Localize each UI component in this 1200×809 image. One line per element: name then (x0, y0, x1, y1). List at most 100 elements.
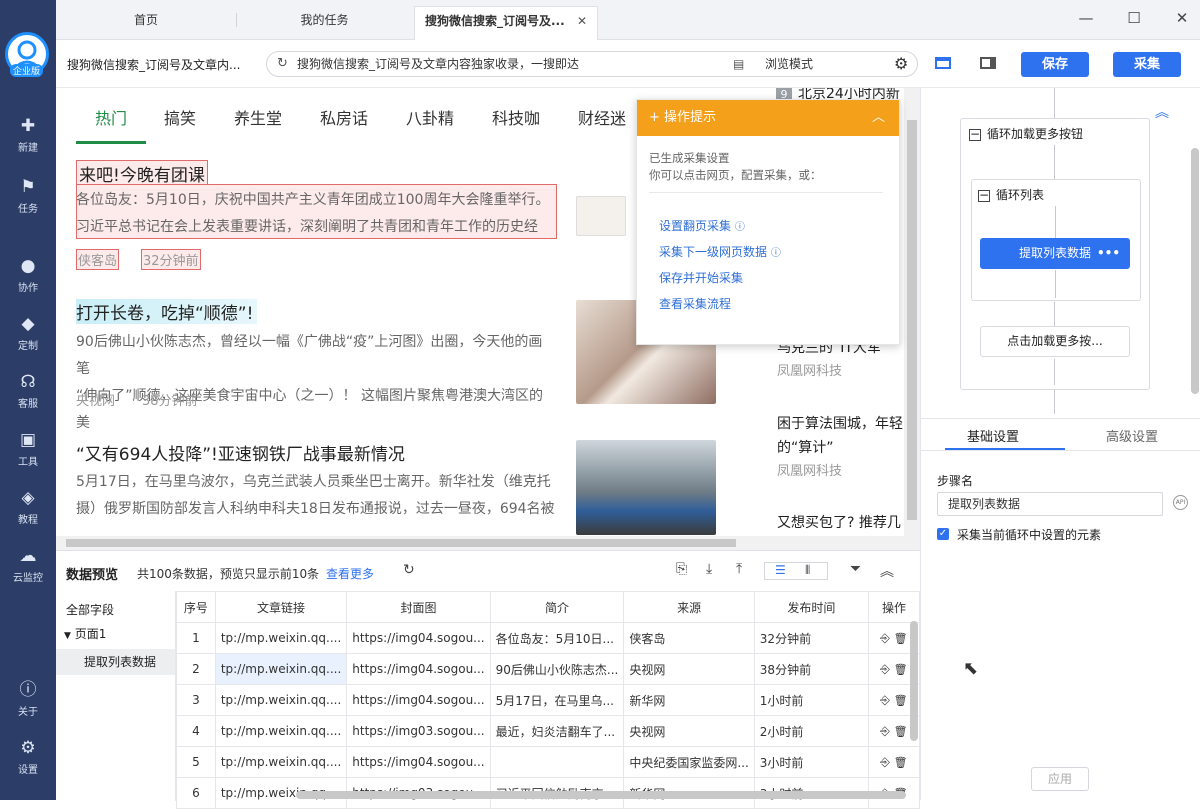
table-hscrollbar[interactable] (296, 791, 906, 799)
table-cell[interactable]: https://img04.sogou... (346, 684, 491, 716)
maximize-icon[interactable]: ☐ (1122, 8, 1146, 28)
help-icon[interactable]: ⓘ (735, 222, 745, 233)
table-cell[interactable]: 央视网 (623, 653, 755, 685)
link-view-flow[interactable]: 查看采集流程 (659, 295, 731, 312)
api-icon[interactable]: API (1173, 495, 1188, 510)
table-cell[interactable]: tp://mp.weixin.qq.... (214, 715, 348, 747)
article-title[interactable]: 来吧!今晚有团课 (76, 160, 208, 187)
table-cell[interactable]: 90后佛山小伙陈志杰... (489, 653, 625, 685)
table-cell[interactable]: 3小时前 (753, 746, 869, 778)
delete-icon[interactable]: 🗑 (894, 725, 908, 738)
help-icon[interactable]: ⓘ (771, 248, 781, 259)
table-cell[interactable]: 38分钟前 (753, 653, 869, 685)
table-cell[interactable]: 最近，妇炎洁翻车了... (489, 715, 625, 747)
tab-sogou-active[interactable]: 搜狗微信搜索_订阅号及... ✕ (414, 6, 598, 40)
layout-side-icon[interactable] (980, 57, 996, 69)
table-row[interactable]: 5 tp://mp.weixin.qq.... https://img04.sogo… (176, 746, 921, 778)
article-summary[interactable]: 90后佛山小伙陈志杰，曾经以一幅《广佛战“疫”上河图》出圈，今天他的画笔 “伸向了… (76, 329, 556, 437)
table-cell[interactable]: 3 (176, 684, 216, 716)
loop-more-box[interactable]: − 循环加载更多按钮 − 循环列表 提取列表数据 ••• 点击加载更多按... (960, 118, 1150, 390)
close-tab-icon[interactable]: ✕ (577, 7, 587, 35)
sidebar-item-new[interactable]: ✚ 新建 (0, 116, 56, 154)
table-cell[interactable]: 4 (176, 715, 216, 747)
table-cell[interactable]: https://img04.sogou... (346, 746, 491, 778)
extract-list-step[interactable]: 提取列表数据 ••• (980, 238, 1130, 269)
table-cell[interactable] (489, 746, 625, 778)
collapse-icon[interactable]: ︿ (872, 100, 885, 136)
table-row[interactable]: 4 tp://mp.weixin.qq.... https://img03.sogo… (176, 715, 921, 747)
table-row[interactable]: 1 tp://mp.weixin.qq.... https://img04.sogo… (176, 622, 921, 654)
export-icon[interactable]: ⎘ (676, 561, 687, 577)
sidebar-item-custom[interactable]: ◆ 定制 (0, 314, 56, 352)
table-cell[interactable]: 6 (176, 777, 216, 809)
table-cell[interactable]: 1小时前 (753, 684, 869, 716)
delete-icon[interactable]: 🗑 (894, 756, 908, 769)
checkbox-checked-icon[interactable]: ✓ (937, 528, 949, 540)
collapse-toggle-icon[interactable]: − (969, 128, 981, 141)
article-source[interactable]: 央视网 (76, 390, 115, 409)
article-thumbnail[interactable] (576, 440, 716, 535)
table-cell[interactable]: tp://mp.weixin.qq.... (214, 622, 348, 654)
category-health[interactable]: 养生堂 (234, 105, 282, 129)
article-source[interactable]: 侠客岛 (76, 249, 120, 270)
table-cell[interactable]: 32分钟前 (753, 622, 869, 654)
download-icon[interactable]: ⤓ (706, 561, 712, 577)
sidebar-item-team[interactable]: ● 协作 (0, 256, 56, 294)
article-time[interactable]: 32分钟前 (141, 249, 201, 270)
category-private[interactable]: 私房话 (320, 105, 368, 129)
view-more-link[interactable]: 查看更多 (326, 565, 374, 582)
table-cell[interactable]: 各位岛友：5月10日... (489, 622, 625, 654)
refresh-icon[interactable]: ↻ (403, 562, 415, 578)
delete-icon[interactable]: 🗑 (894, 632, 908, 645)
table-cell[interactable]: https://img04.sogou... (346, 653, 491, 685)
panel-scrollbar[interactable] (1191, 148, 1199, 394)
table-row[interactable]: 3 tp://mp.weixin.qq.... https://img04.sogo… (176, 684, 921, 716)
table-cell[interactable]: https://img03.sogou... (346, 715, 491, 747)
tree-page-node[interactable]: ▼ 页面1 (64, 625, 106, 642)
open-link-icon[interactable]: ⎆ (880, 693, 893, 707)
tree-all-fields[interactable]: 全部字段 (66, 601, 114, 618)
collapse-up-icon[interactable]: ︽ (1155, 102, 1169, 122)
horizontal-scrollbar[interactable] (56, 536, 904, 550)
category-gossip[interactable]: 八卦精 (406, 105, 454, 129)
layout-bottom-icon[interactable] (935, 57, 951, 69)
table-cell[interactable]: https://img04.sogou... (346, 622, 491, 654)
close-window-icon[interactable]: ✕ (1170, 8, 1194, 28)
table-vscrollbar[interactable] (910, 621, 918, 741)
upload-icon[interactable]: ⤒ (736, 561, 742, 577)
sidebar-item-about[interactable]: ⓘ 关于 (0, 680, 56, 718)
list-view-icon[interactable]: ☰ (775, 563, 786, 577)
table-cell[interactable]: 中央纪委国家监委网... (623, 746, 755, 778)
sidebar-item-service[interactable]: ☊ 客服 (0, 372, 56, 410)
right-news-item[interactable]: 又想买包了? 推荐几 (777, 511, 901, 535)
sidebar-item-monitor[interactable]: ☁ 云监控 (0, 546, 56, 584)
sidebar-item-tutorial[interactable]: ◈ 教程 (0, 488, 56, 526)
link-next-level[interactable]: 采集下一级网页数据 ⓘ (659, 243, 781, 260)
sidebar-item-tools[interactable]: ▣ 工具 (0, 430, 56, 468)
scroll-thumb[interactable] (907, 120, 917, 520)
collect-button[interactable]: 采集 (1113, 52, 1181, 77)
sidebar-item-settings[interactable]: ⚙ 设置 (0, 738, 56, 776)
article-summary[interactable]: 5月17日，在马里乌波尔，乌克兰武装人员乘坐巴士离开。新华社发（维克托 摄）俄罗斯… (76, 469, 556, 523)
link-paging[interactable]: 设置翻页采集 ⓘ (659, 217, 745, 234)
view-switcher[interactable]: ☰ ⦀ (764, 562, 828, 580)
click-more-step[interactable]: 点击加载更多按... (980, 326, 1130, 357)
tab-my-tasks[interactable]: 我的任务 (237, 6, 412, 40)
link-save-start[interactable]: 保存并开始采集 (659, 269, 743, 286)
save-button[interactable]: 保存 (1021, 52, 1089, 77)
category-tech[interactable]: 科技咖 (492, 105, 540, 129)
table-cell[interactable]: 央视网 (623, 715, 755, 747)
settings-gear-icon[interactable]: ⚙ (894, 54, 908, 73)
loop-list-box[interactable]: − 循环列表 提取列表数据 ••• (971, 179, 1141, 301)
article-title[interactable]: “又有694人投降”!亚速钢铁厂战事最新情况 (76, 440, 405, 465)
table-cell[interactable]: 2 (176, 653, 216, 685)
open-link-icon[interactable]: ⎆ (880, 631, 893, 645)
collapse-toggle-icon[interactable]: − (978, 189, 990, 202)
table-cell[interactable]: 侠客岛 (623, 622, 755, 654)
tab-home[interactable]: 首页 (56, 6, 236, 40)
vertical-scrollbar[interactable] (904, 88, 920, 550)
category-finance[interactable]: 财经迷 (578, 105, 626, 129)
document-icon[interactable]: ▤ (733, 52, 744, 76)
table-cell[interactable]: 1 (176, 622, 216, 654)
tree-extract-node[interactable]: 提取列表数据 (56, 649, 175, 675)
